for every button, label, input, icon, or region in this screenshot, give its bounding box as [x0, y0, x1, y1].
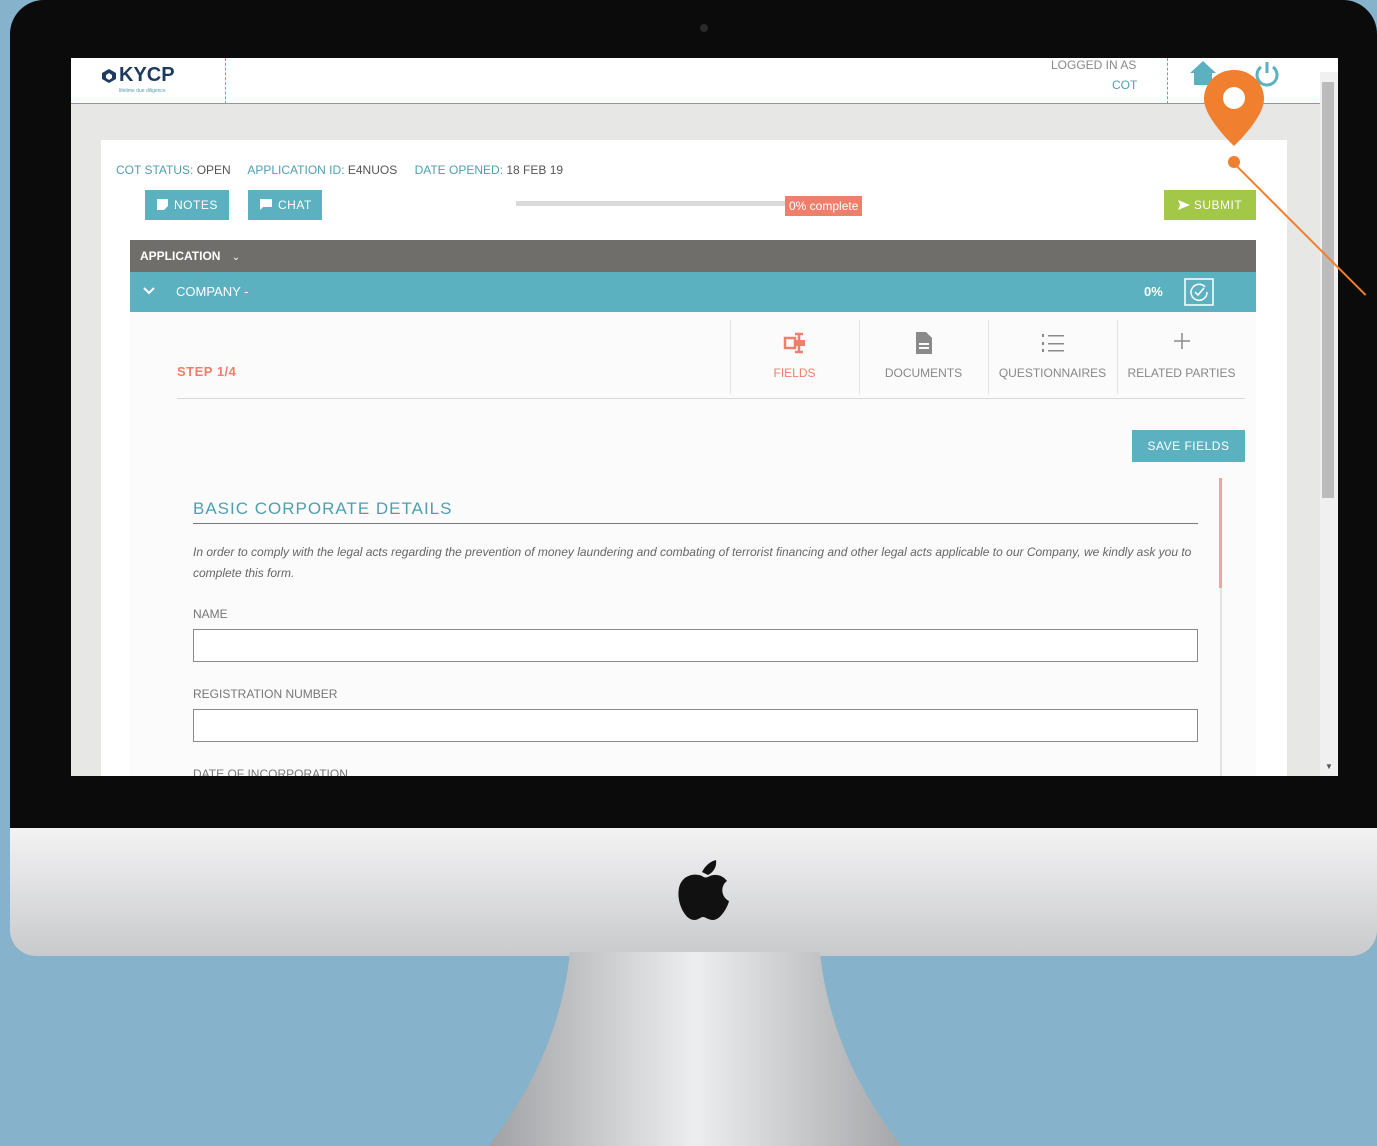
intro-text: In order to comply with the legal acts r… — [193, 545, 1192, 580]
tab-label: QUESTIONNAIRES — [998, 366, 1107, 380]
company-title: COMPANY - — [176, 284, 249, 299]
form-scroll-thumb[interactable] — [1219, 478, 1222, 588]
tab-label: RELATED PARTIES — [1127, 366, 1236, 380]
scroll-thumb[interactable] — [1322, 82, 1334, 498]
scroll-down-arrow-icon[interactable]: ▼ — [1325, 762, 1333, 771]
submit-label: SUBMIT — [1193, 198, 1243, 212]
top-bar: KYCP lifetime due diligence LOGGED IN AS… — [71, 58, 1338, 104]
status-key: COT STATUS: — [116, 163, 194, 177]
location-pin-icon — [1204, 70, 1264, 146]
chat-label: CHAT — [278, 198, 312, 212]
application-id-key: APPLICATION ID: — [247, 163, 345, 177]
section-divider — [193, 523, 1198, 524]
apple-logo-icon — [678, 860, 729, 920]
tab-documents[interactable]: DOCUMENTS — [859, 320, 987, 394]
application-id-value: E4NUOS — [347, 163, 398, 177]
camera-dot — [700, 24, 708, 32]
logo-tagline: lifetime due diligence — [119, 88, 166, 94]
tab-questionnaires[interactable]: QUESTIONNAIRES — [988, 320, 1116, 394]
notes-label: NOTES — [174, 198, 218, 212]
chevron-down-icon[interactable] — [142, 272, 156, 312]
pin-dot — [1228, 156, 1240, 168]
page-scrollbar[interactable]: ▼ — [1320, 72, 1338, 776]
tab-fields[interactable]: FIELDS — [730, 320, 858, 394]
chat-icon — [260, 199, 272, 210]
logo-cube-icon — [102, 69, 116, 83]
company-bar[interactable]: COMPANY - 0% — [130, 272, 1256, 312]
document-icon — [915, 332, 932, 354]
step-label: STEP 1/4 — [177, 364, 237, 379]
logged-in-label: LOGGED IN AS — [1051, 58, 1137, 72]
name-field[interactable] — [193, 629, 1198, 662]
status-value: OPEN — [196, 163, 231, 177]
divider — [1167, 58, 1168, 104]
progress-badge: 0% complete — [785, 196, 863, 216]
company-percent: 0% — [1144, 284, 1163, 299]
registration-number-field[interactable] — [193, 709, 1198, 742]
note-icon — [157, 199, 168, 210]
logo-text: KYCP — [119, 64, 175, 86]
send-icon — [1177, 200, 1190, 210]
date-opened-value: 18 FEB 19 — [506, 163, 564, 177]
tab-label: FIELDS — [773, 366, 816, 380]
tab-divider — [177, 398, 1245, 399]
chat-button[interactable]: CHAT — [248, 190, 322, 220]
plus-icon — [1173, 333, 1190, 349]
save-fields-button[interactable]: SAVE FIELDS — [1132, 430, 1245, 462]
application-title: APPLICATION — [140, 249, 221, 263]
registration-number-label: REGISTRATION NUMBER — [193, 687, 338, 701]
list-icon — [1041, 334, 1064, 352]
application-bar[interactable]: APPLICATION ⌄ — [130, 240, 1256, 272]
divider — [225, 58, 226, 104]
name-label: NAME — [193, 607, 228, 621]
imac-stand — [490, 952, 900, 1146]
tab-label: DOCUMENTS — [884, 366, 963, 380]
notes-button[interactable]: NOTES — [145, 190, 229, 220]
date-opened-key: DATE OPENED: — [414, 163, 504, 177]
check-circle-icon[interactable] — [1184, 278, 1214, 306]
section-title: BASIC CORPORATE DETAILS — [193, 499, 453, 518]
submit-button[interactable]: SUBMIT — [1164, 190, 1256, 220]
chevron-down-icon: ⌄ — [231, 252, 241, 263]
date-of-incorporation-label: DATE OF INCORPORATION — [193, 767, 348, 776]
tab-related-parties[interactable]: RELATED PARTIES — [1117, 320, 1245, 394]
logged-in-user: COT — [1112, 78, 1138, 92]
fields-icon — [783, 332, 805, 354]
screen: KYCP lifetime due diligence LOGGED IN AS… — [71, 58, 1338, 776]
application-meta: COT STATUS: OPEN APPLICATION ID: E4NUOS … — [116, 163, 577, 177]
progress-bar — [516, 201, 786, 206]
